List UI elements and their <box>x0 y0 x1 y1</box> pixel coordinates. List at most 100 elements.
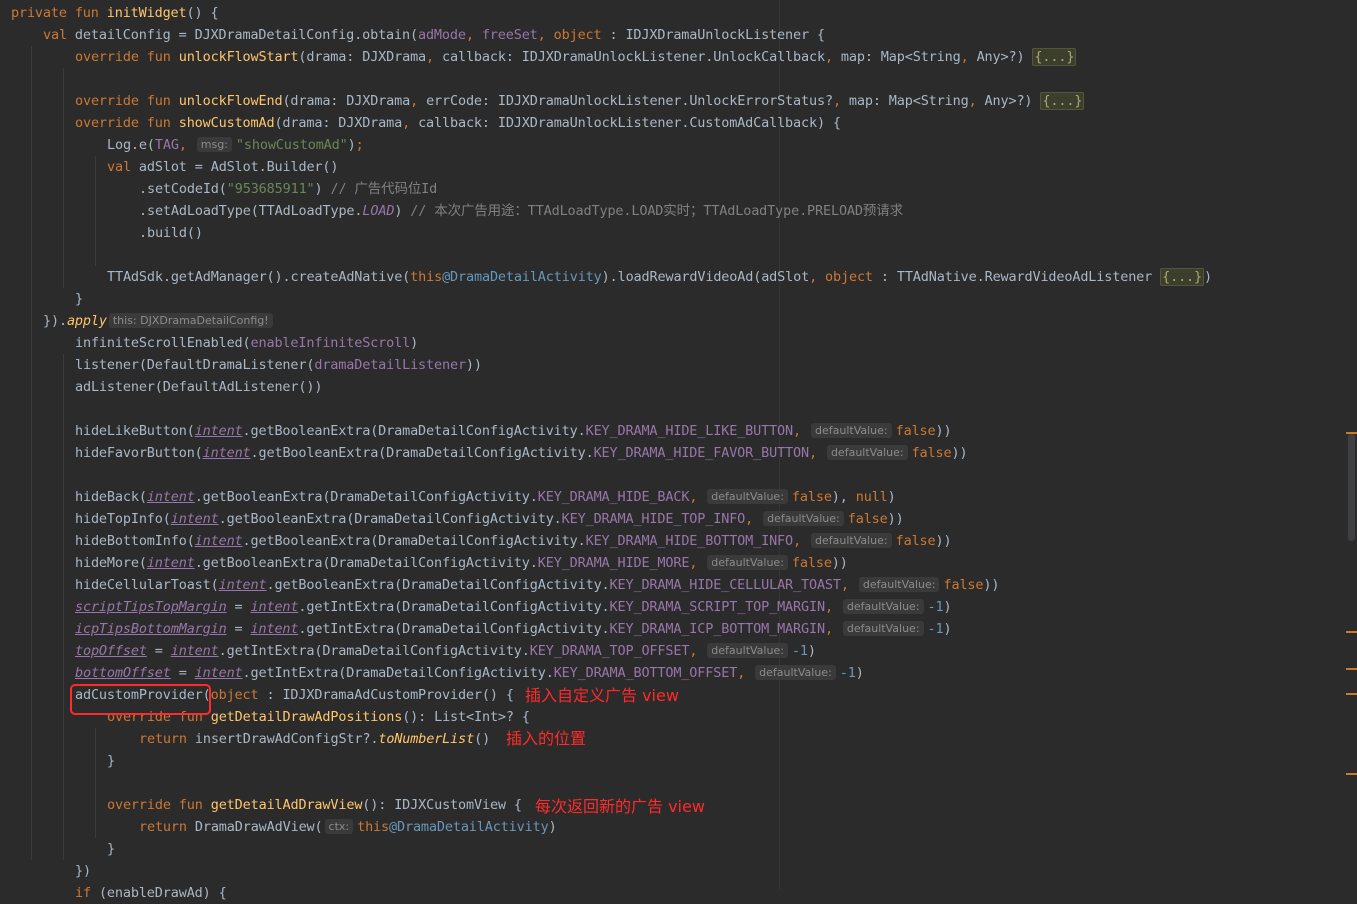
folded-region[interactable]: {...} <box>1040 92 1085 110</box>
code-token: } <box>75 291 83 307</box>
code-token: , <box>465 27 482 43</box>
code-line[interactable]: Log.e(TAG, msg: "showCustomAd"); <box>107 134 364 156</box>
folded-region[interactable]: {...} <box>1032 48 1077 66</box>
code-token: @DramaDetailActivity <box>389 819 549 835</box>
code-line[interactable]: adListener(DefaultAdListener()) <box>75 376 322 398</box>
code-line[interactable]: override fun unlockFlowStart(drama: DJXD… <box>75 46 1077 68</box>
code-line[interactable]: override fun unlockFlowEnd(drama: DJXDra… <box>75 90 1085 112</box>
code-line[interactable]: }) <box>75 860 91 882</box>
code-token: TAG <box>154 137 179 153</box>
code-line[interactable]: TTAdSdk.getAdManager().createAdNative(th… <box>107 266 1212 288</box>
code-token: .getBooleanExtra(DramaDetailConfigActivi… <box>242 533 586 549</box>
code-line[interactable]: bottomOffset = intent.getIntExtra(DramaD… <box>75 662 864 684</box>
code-token: KEY_DRAMA_SCRIPT_TOP_MARGIN <box>609 599 826 615</box>
code-token: toNumberList <box>378 731 475 747</box>
code-token: -1 <box>927 621 944 637</box>
code-line[interactable]: hideBottomInfo(intent.getBooleanExtra(Dr… <box>75 530 952 552</box>
code-token: object <box>210 687 267 703</box>
code-token: enableInfiniteScroll <box>250 335 411 351</box>
inlay-hint: defaultValue: <box>842 621 924 636</box>
code-line[interactable]: scriptTipsTopMargin = intent.getIntExtra… <box>75 596 952 618</box>
code-token: } <box>107 841 115 857</box>
code-line[interactable]: hideBack(intent.getBooleanExtra(DramaDet… <box>75 486 896 508</box>
code-editor[interactable]: private fun initWidget() {val detailConf… <box>0 0 1357 901</box>
code-line[interactable]: hideTopInfo(intent.getBooleanExtra(Drama… <box>75 508 904 530</box>
code-token: ) <box>394 203 411 219</box>
indent-guide <box>63 354 64 860</box>
code-token: hideCellularToast( <box>75 577 219 593</box>
indent-guide <box>95 728 96 838</box>
code-line[interactable]: .setCodeId("953685911") // 广告代码位Id <box>139 178 437 200</box>
code-token: false <box>943 577 984 593</box>
code-token: KEY_DRAMA_ICP_BOTTOM_MARGIN <box>609 621 826 637</box>
code-token: .getIntExtra(DramaDetailConfigActivity. <box>298 621 610 637</box>
code-token: insertDrawAdConfigStr?. <box>194 731 379 747</box>
code-token: icpTipsBottomMargin <box>75 621 227 637</box>
code-token: .getBooleanExtra(DramaDetailConfigActivi… <box>218 511 562 527</box>
code-token: = <box>146 643 171 659</box>
code-token: , <box>689 489 706 505</box>
code-token: , <box>689 555 706 571</box>
code-token: "953685911" <box>226 181 315 197</box>
code-token: , <box>178 137 195 153</box>
code-token: false <box>791 489 832 505</box>
code-line[interactable]: .setAdLoadType(TTAdLoadType.LOAD) // 本次广… <box>139 200 903 222</box>
code-token: false <box>791 555 832 571</box>
code-token: if <box>75 885 99 901</box>
inlay-hint: defaultValue: <box>763 511 844 526</box>
code-token: , <box>689 643 706 659</box>
code-line[interactable]: if (enableDrawAd) { <box>75 882 227 904</box>
code-token: false <box>911 445 952 461</box>
code-token: , <box>968 93 985 109</box>
code-token: KEY_DRAMA_HIDE_CELLULAR_TOAST <box>609 577 842 593</box>
code-line[interactable]: hideLikeButton(intent.getBooleanExtra(Dr… <box>75 420 952 442</box>
code-line[interactable]: topOffset = intent.getIntExtra(DramaDeta… <box>75 640 816 662</box>
inlay-hint: msg: <box>196 137 232 152</box>
vertical-scrollbar-thumb[interactable] <box>1348 433 1355 541</box>
code-line[interactable]: hideMore(intent.getBooleanExtra(DramaDet… <box>75 552 848 574</box>
code-token: map: Map<String <box>848 93 969 109</box>
code-line[interactable]: val adSlot = AdSlot.Builder() <box>107 156 339 178</box>
code-line[interactable]: } <box>75 288 83 310</box>
code-line[interactable]: return DramaDrawAdView(ctx: this@DramaDet… <box>139 816 557 838</box>
code-token: false <box>895 423 936 439</box>
code-line[interactable]: } <box>107 838 115 860</box>
code-token: .setAdLoadType(TTAdLoadType. <box>139 203 363 219</box>
code-line[interactable]: hideCellularToast(intent.getBooleanExtra… <box>75 574 999 596</box>
code-line[interactable]: val detailConfig = DJXDramaDetailConfig.… <box>43 24 825 46</box>
code-token: val <box>107 159 139 175</box>
code-token: -1 <box>927 599 944 615</box>
code-token: adSlot = AdSlot.Builder() <box>138 159 339 175</box>
code-line[interactable]: return insertDrawAdConfigStr?.toNumberLi… <box>139 728 490 750</box>
code-token: (drama: DJXDrama <box>282 93 411 109</box>
code-token: ) <box>807 643 816 659</box>
code-token: showCustomAd <box>178 115 275 131</box>
code-token: intent <box>194 423 243 439</box>
code-line[interactable]: listener(DefaultDramaListener(dramaDetai… <box>75 354 482 376</box>
code-line[interactable]: }).apply this: DJXDramaDetailConfig! <box>43 310 277 332</box>
folded-region[interactable]: {...} <box>1160 268 1205 286</box>
code-line[interactable]: infiniteScrollEnabled(enableInfiniteScro… <box>75 332 418 354</box>
code-token: intent <box>250 599 299 615</box>
code-token: object <box>553 27 610 43</box>
code-token: , <box>824 599 841 615</box>
code-line[interactable]: icpTipsBottomMargin = intent.getIntExtra… <box>75 618 952 640</box>
code-token: hideTopInfo( <box>75 511 171 527</box>
code-line[interactable]: hideFavorButton(intent.getBooleanExtra(D… <box>75 442 968 464</box>
code-token: () <box>474 731 491 747</box>
code-token: getDetailAdDrawView <box>210 797 363 813</box>
code-token: this <box>357 819 390 835</box>
code-line[interactable]: override fun showCustomAd(drama: DJXDram… <box>75 112 841 134</box>
code-token: ) <box>855 665 864 681</box>
code-token: hideFavorButton( <box>75 445 203 461</box>
code-line[interactable]: .build() <box>139 222 203 244</box>
code-line[interactable]: private fun initWidget() { <box>11 2 219 24</box>
code-line[interactable]: override fun getDetailAdDrawView(): IDJX… <box>107 794 522 816</box>
code-token: initWidget <box>106 5 187 21</box>
code-token: ), <box>831 489 856 505</box>
code-line[interactable]: } <box>107 750 115 772</box>
scroll-marker <box>1346 631 1357 633</box>
code-token: override fun <box>75 93 179 109</box>
scroll-marker <box>1346 668 1357 670</box>
code-token: , <box>960 49 977 65</box>
